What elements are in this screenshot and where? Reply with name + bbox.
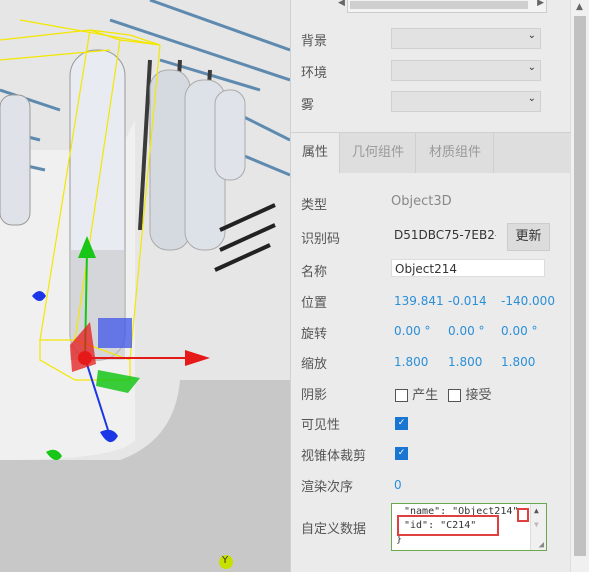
scroll-right-icon[interactable]: ▶ xyxy=(537,0,544,8)
visible-checkbox[interactable]: ✓ xyxy=(395,417,408,430)
type-label: 类型 xyxy=(301,198,328,213)
position-z-input[interactable]: -140.000 xyxy=(501,294,555,308)
horizontal-scrollbar[interactable]: ◀ ▶ xyxy=(338,0,547,13)
visible-label: 可见性 xyxy=(301,418,341,433)
shadow-label: 阴影 xyxy=(301,388,328,403)
3d-viewport[interactable]: Y xyxy=(0,0,290,572)
render-order-input[interactable]: 0 xyxy=(394,478,402,492)
rotation-z-input[interactable]: 0.00 ° xyxy=(501,324,538,338)
tab-material[interactable]: 材质组件 xyxy=(415,133,494,173)
frustum-culled-checkbox[interactable]: ✓ xyxy=(395,447,408,460)
receive-shadow-checkbox[interactable] xyxy=(448,389,462,402)
update-uuid-button[interactable]: 更新 xyxy=(507,223,550,251)
background-select[interactable]: ⌄ xyxy=(391,28,541,49)
uuid-value: D51DBC75-7EB2-4 xyxy=(394,228,496,242)
sidebar-panel: ◀ ▶ ▲ 背景 ⌄ 环境 ⌄ 雾 ⌄ 属性 几何组件 材质组件 类型 Obje… xyxy=(290,0,589,572)
name-input[interactable]: Object214 xyxy=(391,259,545,277)
scale-x-input[interactable]: 1.800 xyxy=(394,355,428,369)
chevron-down-icon: ⌄ xyxy=(527,62,536,73)
resize-handle-icon[interactable]: ◢ xyxy=(539,540,544,550)
cast-shadow-checkbox[interactable] xyxy=(395,389,408,402)
position-label: 位置 xyxy=(301,296,328,311)
uuid-label: 识别码 xyxy=(301,232,341,247)
name-label: 名称 xyxy=(301,265,328,280)
position-x-input[interactable]: 139.841 xyxy=(394,294,444,308)
fog-select[interactable]: ⌄ xyxy=(391,91,541,112)
fog-label: 雾 xyxy=(301,98,315,113)
background-label: 背景 xyxy=(301,34,328,49)
cast-shadow-label: 产生 xyxy=(412,388,439,403)
vertical-scrollbar[interactable]: ▲ xyxy=(570,0,589,572)
environment-label: 环境 xyxy=(301,66,328,81)
environment-select[interactable]: ⌄ xyxy=(391,60,541,81)
tab-geometry[interactable]: 几何组件 xyxy=(339,133,416,173)
scroll-up-icon[interactable]: ▲ xyxy=(576,2,583,12)
gizmo-axis-y-icon: Y xyxy=(222,555,229,566)
tab-bar: 属性 几何组件 材质组件 xyxy=(291,132,571,173)
user-data-label: 自定义数据 xyxy=(301,522,367,537)
rotation-x-input[interactable]: 0.00 ° xyxy=(394,324,431,338)
highlight-box xyxy=(397,515,499,536)
scrollbar-thumb[interactable] xyxy=(574,16,586,556)
chevron-down-icon: ⌄ xyxy=(527,93,536,104)
position-y-input[interactable]: -0.014 xyxy=(448,294,487,308)
highlight-box xyxy=(517,508,529,522)
type-value: Object3D xyxy=(391,194,452,209)
chevron-down-icon: ⌄ xyxy=(527,30,536,41)
frustum-culled-label: 视锥体裁剪 xyxy=(301,449,367,464)
scale-z-input[interactable]: 1.800 xyxy=(501,355,535,369)
rotation-y-input[interactable]: 0.00 ° xyxy=(448,324,485,338)
rotation-label: 旋转 xyxy=(301,327,328,342)
scroll-down-icon[interactable]: ▼ xyxy=(534,520,539,529)
scale-y-input[interactable]: 1.800 xyxy=(448,355,482,369)
tab-properties[interactable]: 属性 xyxy=(291,133,339,173)
scroll-up-icon[interactable]: ▲ xyxy=(534,506,539,515)
render-order-label: 渲染次序 xyxy=(301,480,354,495)
receive-shadow-label: 接受 xyxy=(465,388,492,403)
scale-label: 缩放 xyxy=(301,357,328,372)
